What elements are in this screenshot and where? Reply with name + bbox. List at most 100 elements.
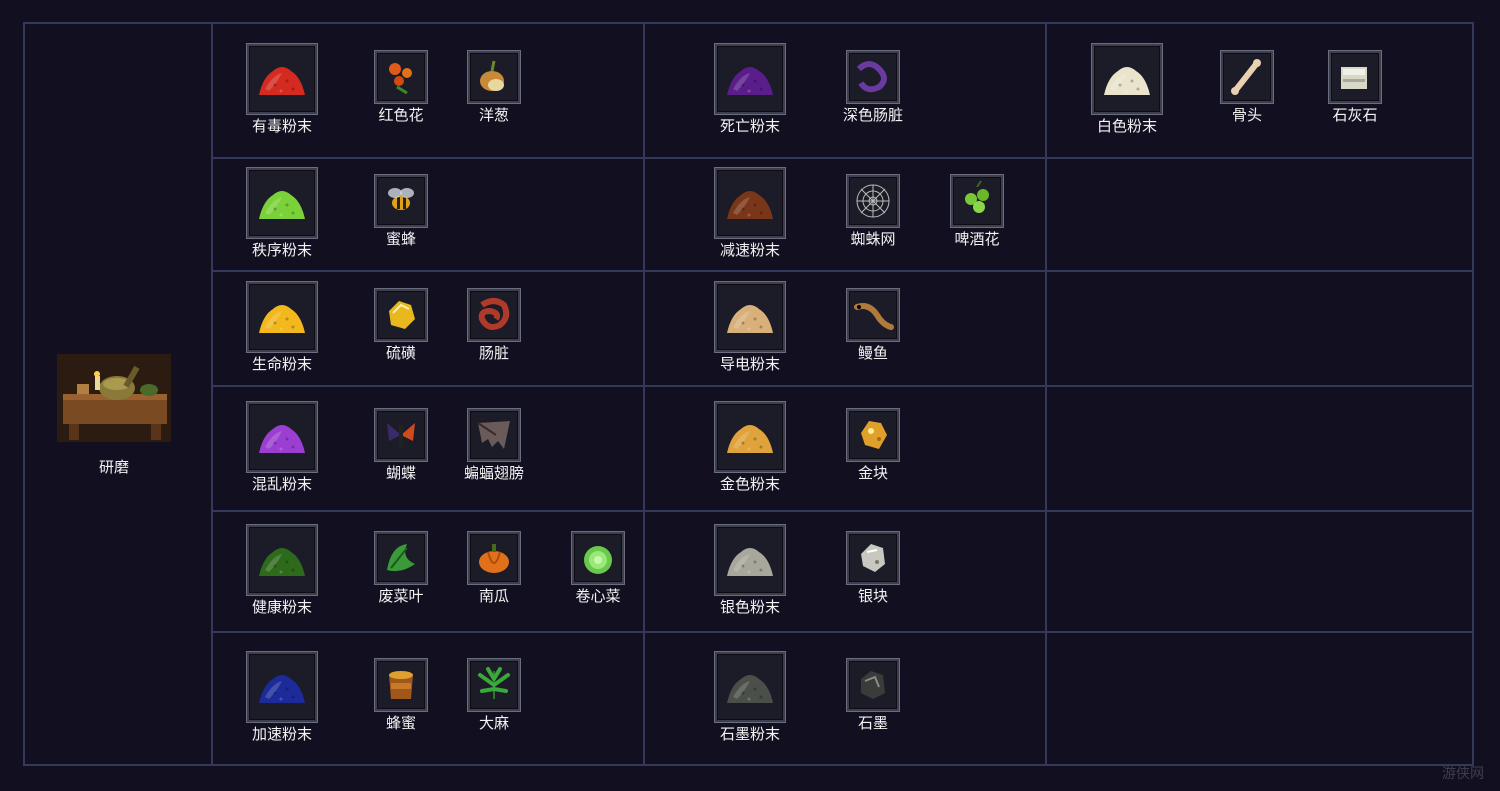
ingredient-label: 红色花 bbox=[378, 105, 424, 124]
ingredient-item[interactable]: 骨头 bbox=[1207, 50, 1287, 124]
powder-label: 白色粉末 bbox=[1096, 116, 1157, 135]
ingredient-label: 蜂蜜 bbox=[385, 713, 416, 732]
grid-line bbox=[23, 764, 1474, 766]
grid-line bbox=[211, 157, 1474, 159]
powder-item[interactable]: 减速粉末 bbox=[714, 167, 786, 259]
ingredient-item[interactable]: 银块 bbox=[833, 531, 913, 605]
ingredient-item[interactable]: 硫磺 bbox=[361, 288, 441, 362]
ingredient-item[interactable]: 卷心菜 bbox=[558, 531, 638, 605]
ingredient-label: 洋葱 bbox=[478, 105, 509, 124]
ingredient-item[interactable]: 洋葱 bbox=[454, 50, 534, 124]
ingredient-item[interactable]: 南瓜 bbox=[454, 531, 534, 605]
grinding-station-icon[interactable] bbox=[57, 354, 171, 442]
ingredient-item[interactable]: 红色花 bbox=[361, 50, 441, 124]
grid-line bbox=[211, 22, 213, 766]
ingredient-label: 肠脏 bbox=[478, 343, 509, 362]
hemp-icon bbox=[468, 658, 520, 711]
sulfur-icon bbox=[375, 288, 427, 341]
powder-icon bbox=[247, 401, 317, 472]
ingredient-label: 鳗鱼 bbox=[857, 343, 888, 362]
grid-line bbox=[643, 22, 645, 766]
silver-nugget-icon bbox=[847, 531, 899, 584]
grid-line bbox=[211, 510, 1474, 512]
powder-label: 混乱粉末 bbox=[251, 474, 312, 493]
powder-item[interactable]: 银色粉末 bbox=[714, 524, 786, 616]
grid-line bbox=[211, 631, 1474, 633]
powder-icon bbox=[715, 167, 785, 238]
powder-label: 金色粉末 bbox=[719, 474, 780, 493]
ingredient-item[interactable]: 鳗鱼 bbox=[833, 288, 913, 362]
ingredient-label: 南瓜 bbox=[478, 586, 509, 605]
ingredient-label: 硫磺 bbox=[385, 343, 416, 362]
bone-icon bbox=[1221, 50, 1273, 103]
powder-icon bbox=[247, 281, 317, 352]
powder-item[interactable]: 有毒粉末 bbox=[246, 43, 318, 135]
powder-item[interactable]: 导电粉末 bbox=[714, 281, 786, 373]
eel-icon bbox=[847, 288, 899, 341]
powder-icon bbox=[715, 524, 785, 595]
red-flower-icon bbox=[375, 50, 427, 103]
ingredient-label: 石灰石 bbox=[1332, 105, 1378, 124]
ingredient-item[interactable]: 蝙蝠翅膀 bbox=[454, 408, 534, 482]
ingredient-item[interactable]: 大麻 bbox=[454, 658, 534, 732]
ingredient-item[interactable]: 啤酒花 bbox=[937, 174, 1017, 248]
powder-item[interactable]: 生命粉末 bbox=[246, 281, 318, 373]
powder-label: 健康粉末 bbox=[251, 597, 312, 616]
ingredient-label: 骨头 bbox=[1231, 105, 1262, 124]
powder-label: 减速粉末 bbox=[719, 240, 780, 259]
powder-item[interactable]: 白色粉末 bbox=[1091, 43, 1163, 135]
powder-icon bbox=[247, 43, 317, 114]
ingredient-label: 石墨 bbox=[857, 713, 888, 732]
graphite-icon bbox=[847, 658, 899, 711]
ingredient-item[interactable]: 蝴蝶 bbox=[361, 408, 441, 482]
ingredient-label: 大麻 bbox=[478, 713, 509, 732]
ingredient-label: 蜘蛛网 bbox=[850, 229, 896, 248]
honey-icon bbox=[375, 658, 427, 711]
ingredient-label: 金块 bbox=[857, 463, 888, 482]
powder-icon bbox=[715, 401, 785, 472]
powder-item[interactable]: 加速粉末 bbox=[246, 651, 318, 743]
powder-label: 导电粉末 bbox=[719, 354, 780, 373]
bat-wing-icon bbox=[468, 408, 520, 461]
hops-icon bbox=[951, 174, 1003, 227]
powder-icon bbox=[715, 43, 785, 114]
bee-icon bbox=[375, 174, 427, 227]
powder-item[interactable]: 秩序粉末 bbox=[246, 167, 318, 259]
spider-web-icon bbox=[847, 174, 899, 227]
powder-item[interactable]: 健康粉末 bbox=[246, 524, 318, 616]
ingredient-label: 蝙蝠翅膀 bbox=[463, 463, 524, 482]
onion-icon bbox=[468, 50, 520, 103]
ingredient-label: 卷心菜 bbox=[575, 586, 621, 605]
cabbage-icon bbox=[572, 531, 624, 584]
powder-label: 生命粉末 bbox=[251, 354, 312, 373]
station-label: 研磨 bbox=[98, 458, 129, 476]
ingredient-label: 废菜叶 bbox=[378, 586, 424, 605]
ingredient-item[interactable]: 深色肠脏 bbox=[833, 50, 913, 124]
ingredient-item[interactable]: 蜜蜂 bbox=[361, 174, 441, 248]
limestone-icon bbox=[1329, 50, 1381, 103]
ingredient-item[interactable]: 废菜叶 bbox=[361, 531, 441, 605]
powder-label: 秩序粉末 bbox=[251, 240, 312, 259]
ingredient-item[interactable]: 肠脏 bbox=[454, 288, 534, 362]
butterfly-icon bbox=[375, 408, 427, 461]
gold-nugget-icon bbox=[847, 408, 899, 461]
powder-icon bbox=[247, 167, 317, 238]
powder-icon bbox=[715, 651, 785, 722]
ingredient-item[interactable]: 金块 bbox=[833, 408, 913, 482]
powder-label: 加速粉末 bbox=[251, 724, 312, 743]
ingredient-item[interactable]: 蜂蜜 bbox=[361, 658, 441, 732]
guts-icon bbox=[468, 288, 520, 341]
ingredient-item[interactable]: 石灰石 bbox=[1315, 50, 1395, 124]
powder-item[interactable]: 石墨粉末 bbox=[714, 651, 786, 743]
powder-item[interactable]: 死亡粉末 bbox=[714, 43, 786, 135]
ingredient-item[interactable]: 石墨 bbox=[833, 658, 913, 732]
vegetable-scraps-icon bbox=[375, 531, 427, 584]
grid-line bbox=[1045, 22, 1047, 766]
powder-item[interactable]: 混乱粉末 bbox=[246, 401, 318, 493]
ingredient-item[interactable]: 蜘蛛网 bbox=[833, 174, 913, 248]
dark-guts-icon bbox=[847, 50, 899, 103]
powder-icon bbox=[247, 524, 317, 595]
powder-label: 银色粉末 bbox=[719, 597, 780, 616]
grid-line bbox=[23, 22, 25, 766]
powder-item[interactable]: 金色粉末 bbox=[714, 401, 786, 493]
